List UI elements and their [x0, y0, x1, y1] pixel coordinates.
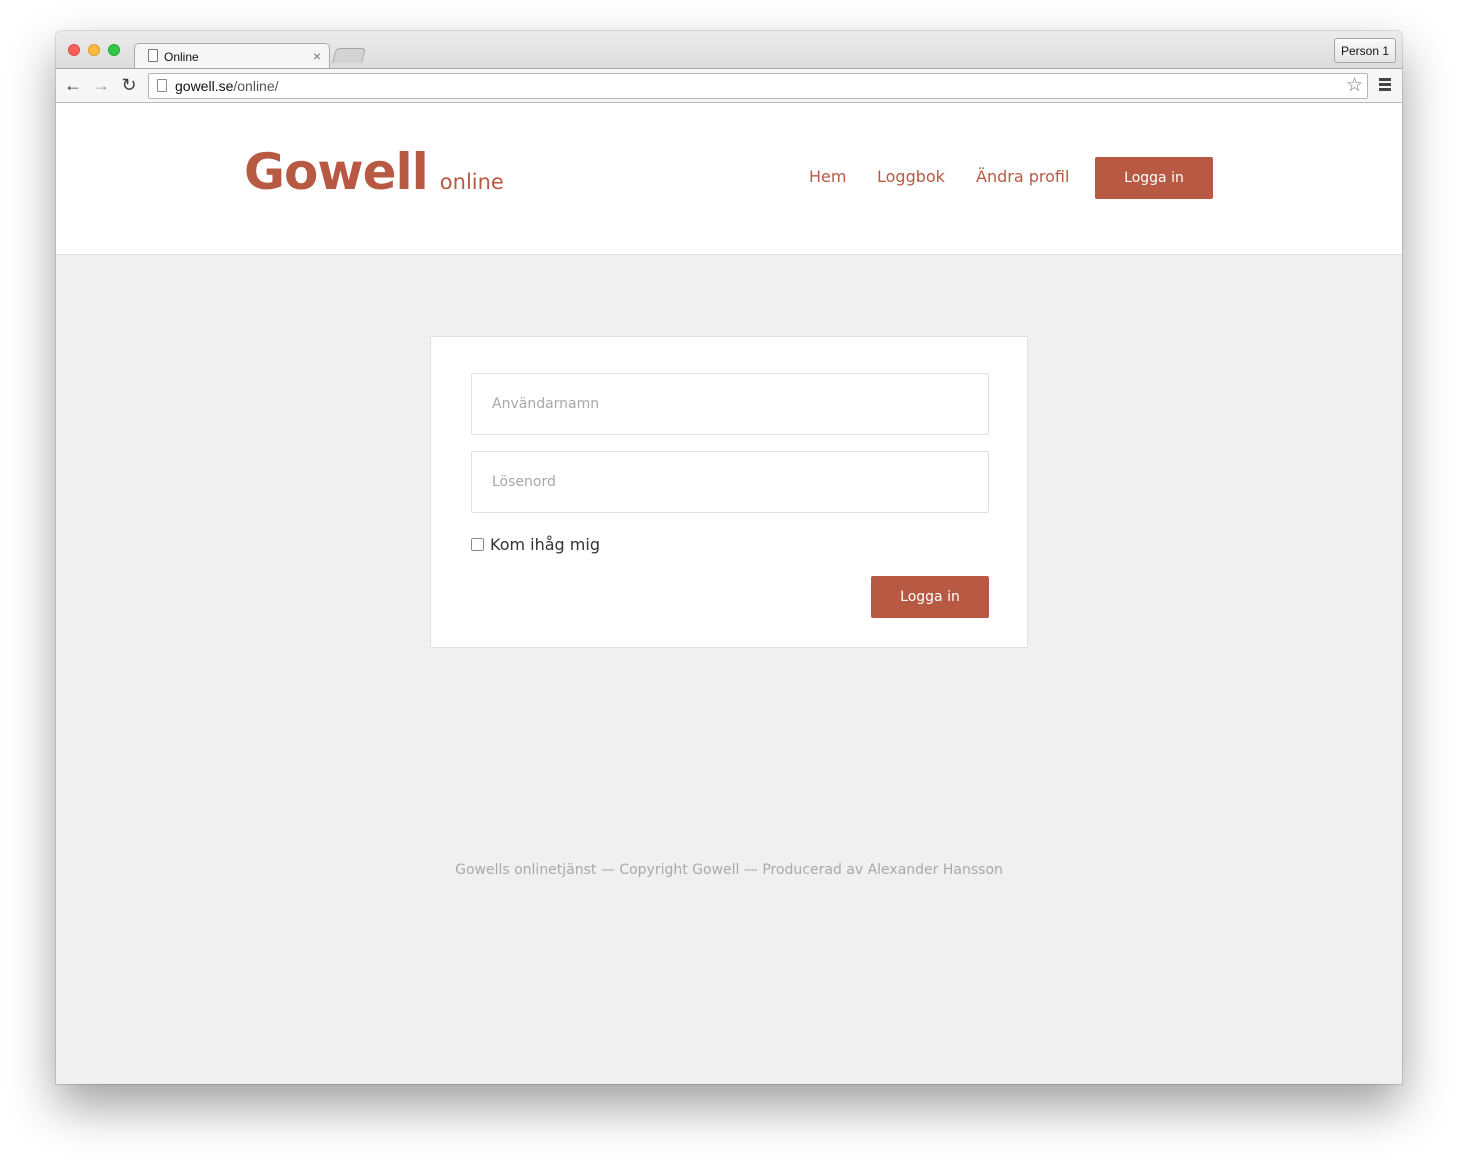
browser-menu-icon[interactable]	[1379, 78, 1391, 92]
remember-label[interactable]: Kom ihåg mig	[490, 535, 600, 554]
header-login-button[interactable]: Logga in	[1095, 157, 1213, 199]
bookmark-star-icon[interactable]: ☆	[1346, 75, 1363, 97]
site-logo[interactable]: Gowell online	[244, 143, 504, 201]
profile-button[interactable]: Person 1	[1334, 38, 1396, 63]
browser-tab[interactable]: Online ×	[134, 43, 330, 69]
browser-window: Online × Person 1 ← → ↻ gowell.se/online…	[56, 31, 1402, 1084]
login-submit-button[interactable]: Logga in	[871, 576, 989, 618]
site-footer: Gowells onlinetjänst — Copyright Gowell …	[455, 862, 1003, 878]
url-host: gowell.se	[175, 78, 234, 94]
nav-link-loggbok[interactable]: Loggbok	[877, 167, 945, 186]
password-input[interactable]	[471, 451, 989, 513]
forward-arrow-icon[interactable]: →	[91, 75, 111, 95]
browser-toolbar: ← → ↻ gowell.se/online/ ☆	[56, 68, 1402, 103]
url-text[interactable]: gowell.se/online/	[175, 78, 279, 94]
window-close-icon[interactable]	[68, 44, 80, 56]
tab-close-icon[interactable]: ×	[313, 48, 321, 64]
remember-checkbox[interactable]	[471, 538, 484, 551]
window-minimize-icon[interactable]	[88, 44, 100, 56]
login-card: Kom ihåg mig Logga in	[430, 336, 1028, 648]
reload-icon[interactable]: ↻	[119, 75, 139, 95]
page-icon	[148, 49, 158, 62]
page-icon	[157, 79, 167, 92]
nav-link-hem[interactable]: Hem	[809, 167, 846, 186]
logo-sub-text: online	[439, 170, 504, 194]
nav-link-andra-profil[interactable]: Ändra profil	[976, 167, 1069, 186]
username-input[interactable]	[471, 373, 989, 435]
window-maximize-icon[interactable]	[108, 44, 120, 56]
site-header: Gowell online Hem Loggbok Ändra profil Lo…	[56, 103, 1402, 255]
new-tab-button[interactable]	[331, 48, 367, 63]
address-bar[interactable]: gowell.se/online/ ☆	[148, 73, 1368, 99]
browser-titlebar: Online × Person 1	[56, 31, 1402, 69]
page-content: Gowell online Hem Loggbok Ändra profil Lo…	[56, 103, 1402, 1084]
back-arrow-icon[interactable]: ←	[63, 75, 83, 95]
tab-title: Online	[164, 50, 199, 64]
url-path: /online/	[233, 78, 279, 94]
logo-main-text: Gowell	[244, 143, 429, 201]
